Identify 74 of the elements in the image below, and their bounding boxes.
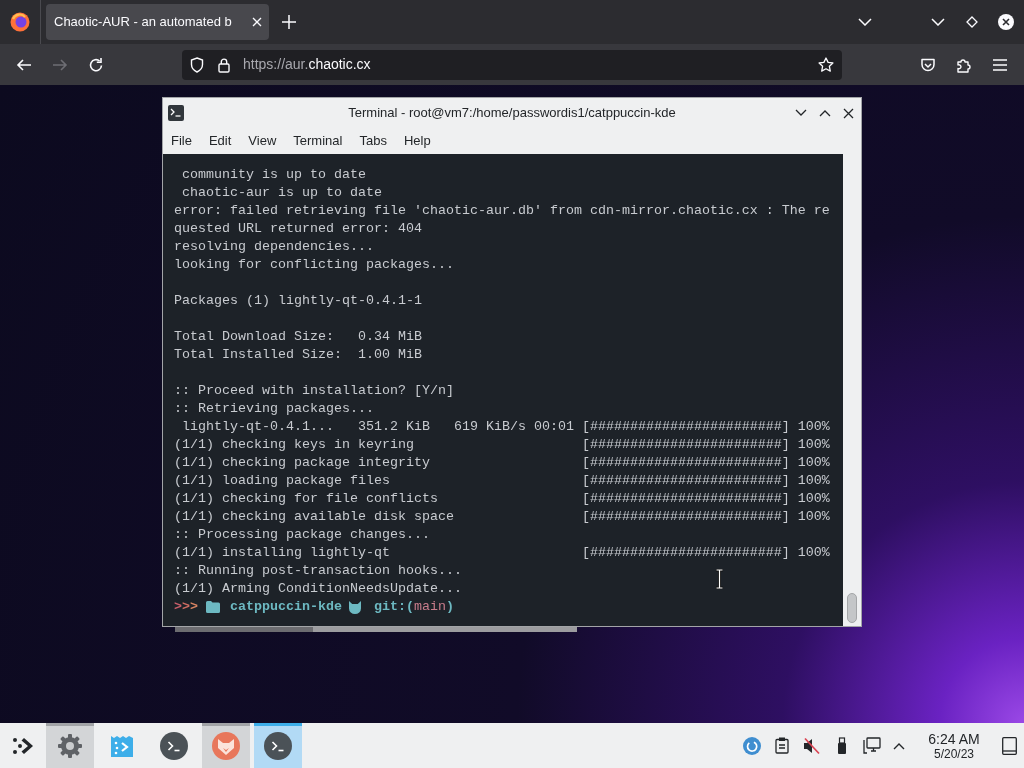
terminal-line: Total Installed Size: 1.00 MiB [174, 346, 422, 364]
folder-icon [206, 601, 220, 613]
terminal-line: Packages (1) lightly-qt-0.4.1-1 [174, 292, 422, 310]
browser-tab[interactable]: Chaotic-AUR - an automated b [46, 4, 269, 40]
terminal-line: Total Download Size: 0.34 MiB [174, 328, 422, 346]
window-title: Terminal - root@vm7:/home/passwordis1/catppuccin-kde [348, 104, 676, 123]
url-text: https://aur.chaotic.cx [243, 55, 371, 74]
cat-icon [348, 600, 362, 614]
show-desktop-icon[interactable] [1002, 736, 1017, 755]
branch-name: main [414, 598, 446, 616]
terminal-line: :: Running post-transaction hooks... [174, 562, 462, 580]
menu-item[interactable]: Help [395, 132, 439, 150]
terminal-line: (1/1) Arming ConditionNeedsUpdate... [174, 580, 462, 598]
close-icon[interactable] [998, 14, 1014, 30]
terminal-icon [160, 731, 188, 760]
minimize-icon[interactable] [795, 109, 807, 117]
menu-item[interactable]: Edit [200, 132, 240, 150]
usb-drive-icon[interactable] [837, 736, 847, 755]
git-suffix: ) [446, 598, 454, 616]
network-icon[interactable] [863, 737, 881, 754]
lock-icon[interactable] [217, 56, 231, 73]
task-button[interactable] [46, 723, 94, 768]
terminal-icon [264, 731, 292, 760]
terminal-icon [168, 105, 184, 121]
menu-item[interactable]: Tabs [351, 132, 395, 150]
terminal-line: chaotic-aur is up to date [181, 184, 382, 202]
prompt-arrow: > [174, 598, 182, 616]
close-icon[interactable] [843, 107, 854, 119]
task-button[interactable] [254, 723, 302, 768]
update-icon[interactable] [743, 736, 761, 755]
reload-icon[interactable] [88, 56, 104, 73]
terminal-line: (1/1) checking keys in keyring [########################] 100% [174, 436, 830, 454]
clipboard-icon[interactable] [775, 737, 789, 754]
terminal-line: :: Proceed with installation? [Y/n] [174, 382, 454, 400]
scrollbar-thumb[interactable] [175, 627, 313, 632]
terminal-line: looking for conflicting packages... [174, 256, 454, 274]
menu-icon[interactable] [992, 57, 1008, 72]
muted-speaker-icon[interactable] [803, 736, 821, 755]
menu-item[interactable]: Terminal [285, 132, 351, 150]
pocket-icon[interactable] [920, 56, 936, 73]
menu-item[interactable]: View [240, 132, 285, 150]
terminal-line: lightly-qt-0.4.1... 351.2 KiB 619 KiB/s 00:01 [########################] 100% [181, 418, 830, 436]
clock-date[interactable]: 5/20/23 [933, 746, 974, 761]
chevron-up-icon[interactable] [892, 741, 905, 750]
address-field[interactable]: https://aur.chaotic.cx [182, 49, 842, 80]
prompt-arrow: > [182, 598, 190, 616]
shield-icon[interactable] [190, 56, 204, 73]
terminal-line: (1/1) loading package files [########################] 100% [174, 472, 830, 490]
terminal-line: community is up to date [181, 166, 366, 184]
text-cursor-icon [715, 569, 724, 589]
terminal-line: error: failed retrieving file 'chaotic-aur.db' from cdn-mirror.chaotic.cx : The re [174, 202, 830, 220]
terminal-line: (1/1) checking package integrity [########################] 100% [174, 454, 830, 472]
terminal-line: :: Retrieving packages... [174, 400, 374, 418]
directory-name: catppuccin-kde [230, 598, 342, 616]
terminal-line: :: Processing package changes... [174, 526, 430, 544]
prompt-arrow: > [190, 598, 198, 616]
app-logo-icon[interactable] [10, 12, 30, 32]
maximize-icon[interactable] [819, 109, 831, 117]
terminal-line: (1/1) checking available disk space [########################] 100% [174, 508, 830, 526]
scrollbar-thumb[interactable] [847, 593, 857, 623]
terminal-line: (1/1) installing lightly-qt [########################] 100% [174, 544, 830, 562]
back-icon[interactable] [16, 56, 32, 73]
terminal-line: resolving dependencies... [174, 238, 374, 256]
fox-icon [212, 731, 240, 760]
git-prefix: git:( [374, 598, 414, 616]
clock-time[interactable]: 6:24 AM [928, 730, 980, 747]
terminal-line: quested URL returned error: 404 [174, 220, 422, 238]
menu-item[interactable]: File [163, 132, 200, 150]
gear-icon [56, 731, 84, 760]
plus-icon[interactable] [282, 15, 296, 29]
terminal-line: (1/1) checking for file conflicts [########################] 100% [174, 490, 830, 508]
star-icon[interactable] [818, 56, 834, 73]
puzzle-icon[interactable] [956, 56, 972, 73]
chevron-down-icon[interactable] [858, 18, 872, 26]
